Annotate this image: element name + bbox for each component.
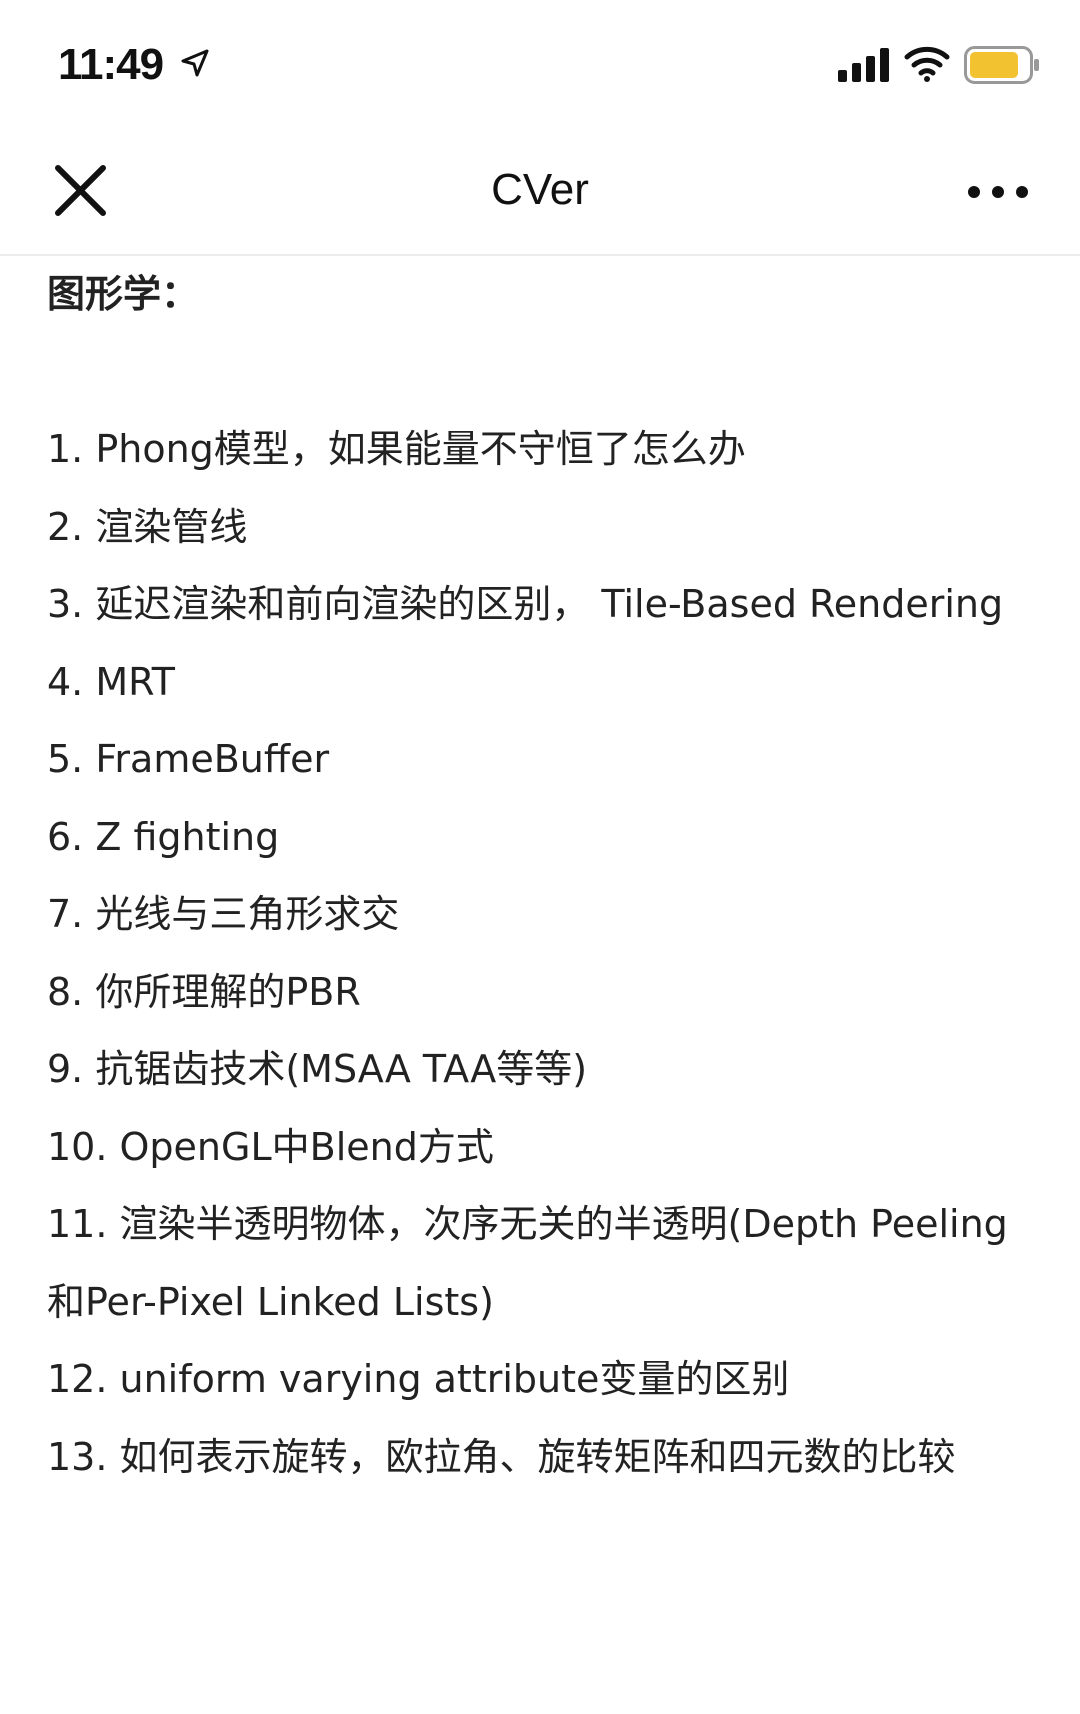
section-heading: 图形学： [47, 272, 200, 316]
battery-icon [964, 46, 1039, 84]
list-item: 3. 延迟渲染和前向渲染的区别， Tile-Based Rendering [47, 582, 1004, 626]
list-item: 2. 渲染管线 [47, 504, 248, 549]
list-item: 8. 你所理解的PBR [47, 969, 361, 1014]
status-time: 11:49 [58, 40, 164, 89]
more-options-icon[interactable] [960, 164, 1040, 220]
location-arrow-icon [181, 49, 209, 77]
list-item: 1. Phong模型，如果能量不守恒了怎么办 [47, 427, 746, 471]
status-bar: 11:49 [0, 0, 1080, 130]
list-item: 7. 光线与三角形求交 [47, 892, 400, 936]
article-content: 图形学： 1. Phong模型，如果能量不守恒了怎么办 2. 渲染管线 3. 延… [47, 256, 1032, 1496]
nav-title: CVer [491, 165, 589, 214]
list-item: 11. 渲染半透明物体，次序无关的半透明(Depth Peeling和Per-P… [47, 1202, 1008, 1324]
list-item: 13. 如何表示旋转，欧拉角、旋转矩阵和四元数的比较 [47, 1434, 956, 1479]
cellular-signal-icon [838, 48, 889, 82]
list-item: 6. Z fighting [47, 814, 280, 859]
nav-bar: CVer [0, 130, 1080, 256]
list-item: 5. FrameBuffer [47, 737, 330, 781]
list-item: 10. OpenGL中Blend方式 [47, 1124, 494, 1169]
list-item: 9. 抗锯齿技术(MSAA TAA等等) [47, 1047, 588, 1091]
wifi-icon [904, 46, 950, 82]
list-item: 4. MRT [47, 659, 175, 704]
list-item: 12. uniform varying attribute变量的区别 [47, 1357, 790, 1401]
